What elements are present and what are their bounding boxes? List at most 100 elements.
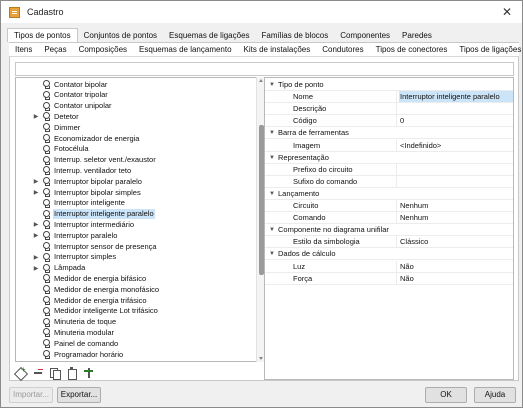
tree-item[interactable]: ▶ Interruptor simples bbox=[16, 252, 252, 263]
tree-item[interactable]: Painel de comando bbox=[16, 338, 252, 349]
scroll-up-icon[interactable] bbox=[259, 79, 263, 82]
expand-arrow-icon[interactable]: ▶ bbox=[31, 232, 41, 239]
property-row[interactable]: Nome Interruptor inteligente paralelo bbox=[265, 91, 513, 104]
tab-sub-1[interactable]: Peças bbox=[38, 43, 72, 56]
property-row[interactable]: Descrição bbox=[265, 103, 513, 116]
tab-main-2[interactable]: Esquemas de ligações bbox=[163, 29, 256, 42]
property-section[interactable]: ▼ Representação bbox=[265, 151, 513, 164]
tree-item[interactable]: Contator bipolar bbox=[16, 79, 252, 90]
column-divider bbox=[396, 139, 397, 152]
property-section[interactable]: ▼ Componente no diagrama unifilar bbox=[265, 224, 513, 237]
tree-item[interactable]: ▶ Lâmpada bbox=[16, 263, 252, 274]
expand-arrow-icon[interactable]: ▶ bbox=[31, 113, 41, 120]
tree-item[interactable]: Interruptor inteligente paralelo bbox=[16, 209, 252, 220]
tree-item[interactable]: Interruptor inteligente bbox=[16, 198, 252, 209]
tab-sub-4[interactable]: Kits de instalações bbox=[238, 43, 317, 56]
property-row[interactable]: Código 0 bbox=[265, 115, 513, 128]
tab-sub-3[interactable]: Esquemas de lançamento bbox=[133, 43, 238, 56]
property-value[interactable] bbox=[399, 164, 513, 175]
tree-item[interactable]: Minuteria de toque bbox=[16, 317, 252, 328]
close-icon[interactable]: ✕ bbox=[502, 5, 512, 19]
property-value[interactable]: Não bbox=[399, 273, 513, 284]
tree-item[interactable]: Interruptor sensor de presença bbox=[16, 241, 252, 252]
tree-item[interactable]: Medidor de energia trifásico bbox=[16, 295, 252, 306]
property-section[interactable]: ▼ Lançamento bbox=[265, 187, 513, 200]
property-value[interactable] bbox=[399, 103, 513, 114]
tree-item[interactable]: Economizador de energia bbox=[16, 133, 252, 144]
tab-main-1[interactable]: Conjuntos de pontos bbox=[78, 29, 163, 42]
paste-icon[interactable] bbox=[66, 367, 78, 380]
scroll-down-icon[interactable] bbox=[259, 357, 263, 360]
section-label: Tipo de ponto bbox=[278, 80, 324, 89]
tree-item[interactable]: Medidor inteligente Lot trifásico bbox=[16, 306, 252, 317]
column-divider bbox=[396, 163, 397, 176]
collapse-arrow-icon[interactable]: ▼ bbox=[269, 127, 275, 139]
tree-item[interactable]: Medidor de energia monofásico bbox=[16, 284, 252, 295]
tab-sub-7[interactable]: Tipos de ligações bbox=[453, 43, 523, 56]
property-row[interactable]: Comando Nenhum bbox=[265, 212, 513, 225]
tree-item-label: Minuteria de toque bbox=[54, 317, 117, 327]
property-value[interactable] bbox=[399, 176, 513, 187]
property-row[interactable]: Luz Não bbox=[265, 260, 513, 273]
property-row[interactable]: Força Não bbox=[265, 272, 513, 285]
tree-icon[interactable] bbox=[83, 367, 95, 379]
tree-item[interactable]: Contator tripolar bbox=[16, 90, 252, 101]
tab-main-5[interactable]: Paredes bbox=[396, 29, 438, 42]
tree-item[interactable]: Medidor de energia bifásico bbox=[16, 273, 252, 284]
property-section[interactable]: ▼ Dados de cálculo bbox=[265, 248, 513, 261]
tree-item-label: Detetor bbox=[54, 111, 79, 121]
tab-main-0[interactable]: Tipos de pontos bbox=[7, 28, 78, 42]
tree-item[interactable]: Fotocélula bbox=[16, 144, 252, 155]
tree-item[interactable]: Minuteria modular bbox=[16, 327, 252, 338]
add-icon[interactable] bbox=[15, 365, 27, 379]
tree-item[interactable]: ▶ Interruptor bipolar simples bbox=[16, 187, 252, 198]
property-value[interactable]: Nenhum bbox=[399, 200, 513, 211]
export-button[interactable]: Exportar... bbox=[57, 387, 101, 403]
tree-item-label: Interruptor simples bbox=[54, 252, 117, 262]
collapse-arrow-icon[interactable]: ▼ bbox=[269, 224, 275, 236]
property-section[interactable]: ▼ Tipo de ponto bbox=[265, 79, 513, 91]
tree-item[interactable]: ▶ Interruptor paralelo bbox=[16, 230, 252, 241]
collapse-arrow-icon[interactable]: ▼ bbox=[269, 79, 275, 91]
property-row[interactable]: Circuito Nenhum bbox=[265, 200, 513, 212]
property-row[interactable]: Imagem <Indefinido> bbox=[265, 139, 513, 152]
tree-item[interactable]: Dimmer bbox=[16, 122, 252, 133]
search-input[interactable] bbox=[15, 62, 514, 76]
property-row[interactable]: Prefixo do circuito bbox=[265, 163, 513, 176]
tree-item[interactable]: Interrup. ventilador teto bbox=[16, 165, 252, 176]
tree-item[interactable]: ▶ Interruptor bipolar paralelo bbox=[16, 176, 252, 187]
tree-item[interactable]: ▶ Interruptor intermediário bbox=[16, 219, 252, 230]
property-value[interactable]: <Indefinido> bbox=[399, 140, 513, 151]
tree-item[interactable]: ▶ Detetor bbox=[16, 111, 252, 122]
tree-item[interactable]: Contator unipolar bbox=[16, 101, 252, 112]
collapse-arrow-icon[interactable]: ▼ bbox=[269, 248, 275, 260]
expand-arrow-icon[interactable]: ▶ bbox=[31, 254, 41, 261]
tab-main-3[interactable]: Famílias de blocos bbox=[256, 29, 335, 42]
property-value[interactable]: Nenhum bbox=[399, 212, 513, 223]
expand-arrow-icon[interactable]: ▶ bbox=[31, 221, 41, 228]
tree-item[interactable]: Programador horário bbox=[16, 349, 252, 360]
property-section[interactable]: ▼ Barra de ferramentas bbox=[265, 127, 513, 140]
tab-sub-6[interactable]: Tipos de conectores bbox=[370, 43, 454, 56]
property-row[interactable]: Sufixo do comando bbox=[265, 175, 513, 188]
copy-icon[interactable] bbox=[49, 367, 61, 380]
import-button[interactable]: Importar... bbox=[9, 387, 53, 403]
expand-arrow-icon[interactable]: ▶ bbox=[31, 189, 41, 196]
tab-main-4[interactable]: Componentes bbox=[334, 29, 396, 42]
property-value[interactable]: Não bbox=[399, 261, 513, 272]
tab-sub-2[interactable]: Composições bbox=[73, 43, 133, 56]
expand-arrow-icon[interactable]: ▶ bbox=[31, 178, 41, 185]
tab-sub-0[interactable]: Itens bbox=[9, 43, 39, 56]
property-value[interactable]: 0 bbox=[399, 115, 513, 126]
property-value[interactable]: Clássico bbox=[399, 236, 513, 247]
ok-button[interactable]: OK bbox=[425, 387, 467, 403]
remove-icon[interactable] bbox=[32, 367, 44, 379]
tab-sub-5[interactable]: Condutores bbox=[316, 43, 369, 56]
collapse-arrow-icon[interactable]: ▼ bbox=[269, 152, 275, 164]
property-value[interactable]: Interruptor inteligente paralelo bbox=[399, 91, 513, 103]
tree-item[interactable]: Interrup. seletor vent./exaustor bbox=[16, 155, 252, 166]
collapse-arrow-icon[interactable]: ▼ bbox=[269, 188, 275, 200]
property-row[interactable]: Estilo da simbologia Clássico bbox=[265, 236, 513, 249]
help-button[interactable]: Ajuda bbox=[474, 387, 516, 403]
expand-arrow-icon[interactable]: ▶ bbox=[31, 265, 41, 272]
